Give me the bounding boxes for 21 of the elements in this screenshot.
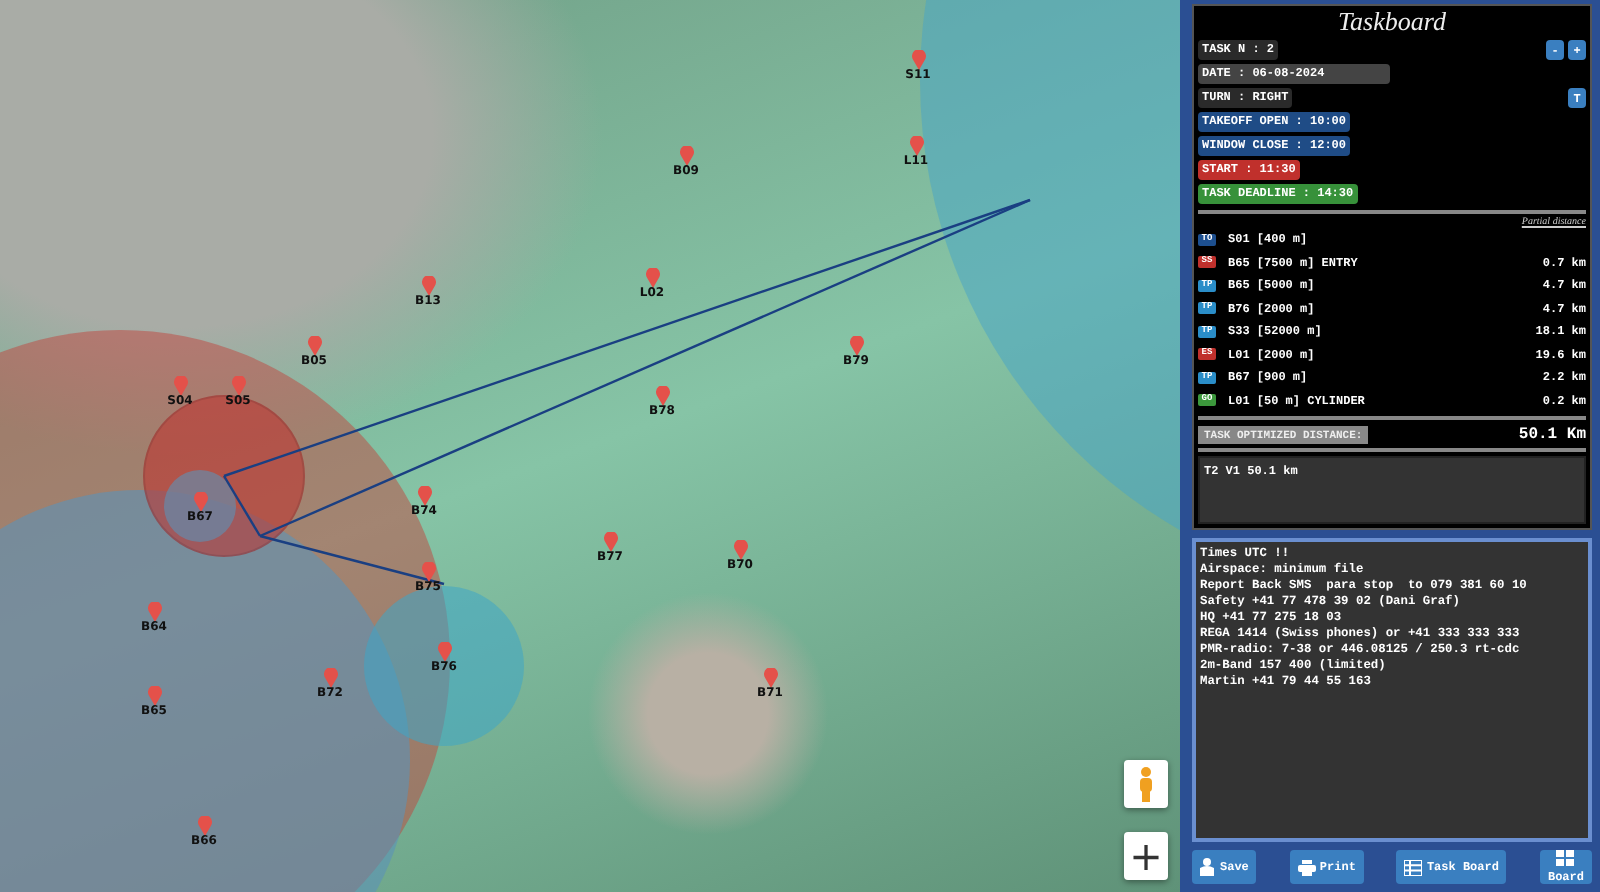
waypoint-pin-icon[interactable]: [733, 540, 747, 560]
waypoint-pin-icon[interactable]: [655, 386, 669, 406]
zoom-in-button[interactable]: +: [1124, 832, 1168, 880]
grid-icon: [1556, 850, 1575, 866]
waypoint-pin-icon[interactable]: [645, 268, 659, 288]
table-icon: [1404, 859, 1423, 875]
street-view-button[interactable]: [1124, 760, 1168, 808]
waypoint-pin-icon[interactable]: [437, 642, 451, 662]
waypoint-pin-icon[interactable]: [323, 668, 337, 688]
waypoint-pin-icon[interactable]: [417, 486, 431, 506]
waypoint-pin-icon[interactable]: [421, 562, 435, 582]
printer-icon: [1297, 859, 1316, 875]
pegman-icon: [1136, 766, 1156, 802]
waypoint-pin-icon[interactable]: [193, 492, 207, 512]
waypoint-pin-icon[interactable]: [231, 376, 245, 396]
waypoint-pin-icon[interactable]: [763, 668, 777, 688]
waypoint-pin-icon[interactable]: [849, 336, 863, 356]
optimized-distance-value: 50.1 Km: [1518, 425, 1586, 443]
waypoint-pin-icon[interactable]: [603, 532, 617, 552]
person-icon: [1200, 858, 1216, 876]
taskboard-title: Taskboard: [1336, 6, 1448, 38]
